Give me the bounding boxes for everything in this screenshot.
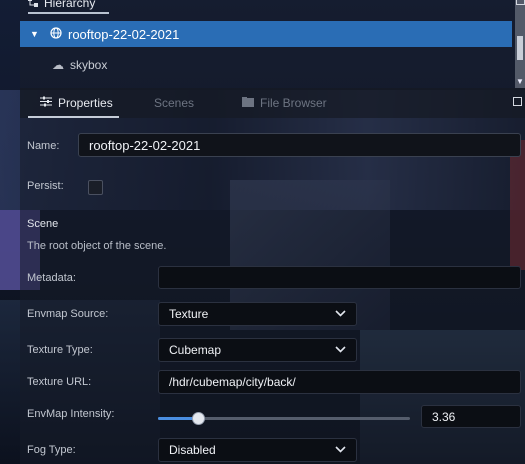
persist-label: Persist: bbox=[27, 180, 64, 192]
tree-item-root-label: rooftop-22-02-2021 bbox=[68, 26, 180, 42]
tree-item-skybox[interactable]: ☁ skybox bbox=[20, 52, 512, 78]
tab-properties-label: Properties bbox=[58, 96, 113, 110]
texture-url-field[interactable]: /hdr/cubemap/city/back/ bbox=[158, 370, 521, 394]
fog-type-label: Fog Type: bbox=[27, 444, 76, 456]
chevron-down-icon bbox=[335, 444, 346, 456]
tab-hierarchy[interactable]: Hierarchy bbox=[28, 0, 110, 14]
scroll-down-icon[interactable]: ▼ bbox=[516, 77, 524, 86]
properties-tabbar: Properties Scenes File Browser bbox=[20, 88, 525, 118]
hierarchy-icon bbox=[28, 0, 38, 10]
tree-item-root[interactable]: ▼ rooftop-22-02-2021 bbox=[20, 21, 512, 47]
fog-type-value: Disabled bbox=[169, 443, 216, 457]
texture-type-select[interactable]: Cubemap bbox=[158, 338, 357, 362]
section-title: Scene bbox=[27, 218, 59, 230]
section-description: The root object of the scene. bbox=[27, 240, 167, 252]
tab-file-browser[interactable]: File Browser bbox=[242, 96, 327, 110]
texture-type-value: Cubemap bbox=[169, 343, 222, 357]
slider-thumb[interactable] bbox=[192, 412, 206, 425]
envmap-intensity-slider[interactable] bbox=[158, 412, 410, 425]
envmap-intensity-label: EnvMap Intensity: bbox=[27, 408, 115, 420]
envmap-source-label: Envmap Source: bbox=[27, 308, 109, 320]
tab-scenes[interactable]: Scenes bbox=[154, 96, 194, 110]
hierarchy-panel: Hierarchy ▼ rooftop-22-02-2021 ☁ skybox … bbox=[20, 0, 525, 88]
persist-checkbox[interactable] bbox=[88, 180, 103, 195]
hierarchy-tab-label: Hierarchy bbox=[44, 0, 96, 10]
cloud-icon: ☁ bbox=[52, 58, 64, 72]
properties-panel: Properties Scenes File Browser Name: roo… bbox=[20, 88, 525, 464]
name-field[interactable]: rooftop-22-02-2021 bbox=[78, 133, 521, 157]
tab-scenes-label: Scenes bbox=[154, 96, 195, 110]
sliders-icon bbox=[40, 96, 52, 110]
folder-icon bbox=[242, 96, 254, 110]
expand-triangle-icon[interactable]: ▼ bbox=[30, 29, 42, 39]
maximize-icon[interactable] bbox=[516, 0, 525, 5]
metadata-field[interactable] bbox=[158, 266, 521, 289]
texture-type-label: Texture Type: bbox=[27, 344, 93, 356]
hierarchy-scrollbar[interactable]: ▼ bbox=[515, 0, 525, 88]
maximize-icon[interactable] bbox=[513, 97, 522, 106]
chevron-down-icon bbox=[335, 344, 346, 356]
metadata-label: Metadata: bbox=[27, 272, 76, 284]
envmap-source-select[interactable]: Texture bbox=[158, 302, 357, 326]
fog-type-select[interactable]: Disabled bbox=[158, 438, 357, 462]
tab-file-browser-label: File Browser bbox=[260, 96, 327, 110]
tree-item-skybox-label: skybox bbox=[70, 58, 108, 72]
globe-icon bbox=[50, 26, 62, 42]
envmap-intensity-field[interactable]: 3.36 bbox=[421, 405, 521, 428]
envmap-source-value: Texture bbox=[169, 307, 209, 321]
scrollbar-thumb[interactable] bbox=[517, 36, 523, 60]
name-label: Name: bbox=[27, 140, 60, 152]
chevron-down-icon bbox=[335, 308, 346, 320]
tab-properties[interactable]: Properties bbox=[28, 96, 119, 118]
texture-url-label: Texture URL: bbox=[27, 376, 92, 388]
